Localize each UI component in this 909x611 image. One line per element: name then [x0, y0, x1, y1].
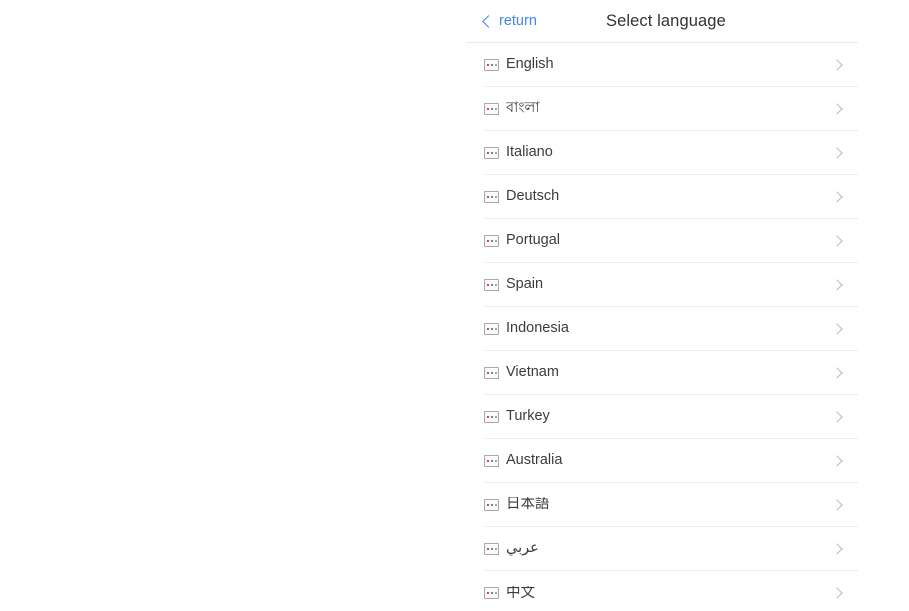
language-row-label: Deutsch [506, 189, 560, 204]
language-row-label: Indonesia [506, 321, 569, 336]
language-row-label: Portugal [506, 233, 561, 248]
language-row[interactable]: Spain [484, 263, 858, 307]
broken-image-flag-icon [484, 234, 499, 247]
return-button[interactable]: return [482, 0, 537, 43]
broken-image-flag-icon [484, 102, 499, 115]
language-row[interactable]: 中文 [484, 571, 858, 611]
language-row[interactable]: Deutsch [484, 175, 858, 219]
return-button-label: return [499, 13, 537, 30]
chevron-right-icon[interactable] [831, 58, 843, 71]
language-row-label: Australia [506, 453, 563, 468]
broken-image-flag-icon [484, 542, 499, 555]
page-title: Select language [606, 12, 726, 30]
language-row[interactable]: English [484, 43, 858, 87]
language-row[interactable]: বাংলা [484, 87, 858, 131]
language-row-label: বাংলা [506, 101, 540, 116]
language-row[interactable]: Turkey [484, 395, 858, 439]
chevron-right-icon[interactable] [831, 366, 843, 379]
chevron-right-icon[interactable] [831, 322, 843, 335]
language-list: English বাংলা Italiano Deutsch Portugal Spain… [466, 43, 858, 611]
language-row-label: Spain [506, 277, 544, 292]
broken-image-flag-icon [484, 587, 499, 599]
select-language-panel: return Select language English বাংলা Itali… [466, 0, 858, 611]
broken-image-flag-icon [484, 322, 499, 335]
chevron-right-icon[interactable] [831, 190, 843, 203]
broken-image-flag-icon [484, 146, 499, 159]
language-row-label: Vietnam [506, 365, 559, 380]
language-row-label: 中文 [506, 585, 535, 601]
chevron-left-icon [482, 15, 495, 28]
broken-image-flag-icon [484, 410, 499, 423]
language-row[interactable]: عربي [484, 527, 858, 571]
broken-image-flag-icon [484, 454, 499, 467]
screen-root: return Select language English বাংলা Itali… [0, 0, 909, 611]
language-row-label: 日本語 [506, 497, 550, 512]
language-row[interactable]: Australia [484, 439, 858, 483]
broken-image-flag-icon [484, 278, 499, 291]
chevron-right-icon[interactable] [831, 454, 843, 467]
broken-image-flag-icon [484, 190, 499, 203]
chevron-right-icon[interactable] [831, 587, 843, 599]
panel-header: return Select language [466, 0, 858, 43]
language-row-label: عربي [506, 541, 539, 556]
language-row[interactable]: Portugal [484, 219, 858, 263]
language-row[interactable]: 日本語 [484, 483, 858, 527]
chevron-right-icon[interactable] [831, 102, 843, 115]
chevron-right-icon[interactable] [831, 542, 843, 555]
chevron-right-icon[interactable] [831, 234, 843, 247]
broken-image-flag-icon [484, 498, 499, 511]
chevron-right-icon[interactable] [831, 410, 843, 423]
chevron-right-icon[interactable] [831, 278, 843, 291]
language-row-label: Turkey [506, 409, 550, 424]
language-row-label: English [506, 57, 554, 72]
chevron-right-icon[interactable] [831, 498, 843, 511]
broken-image-flag-icon [484, 366, 499, 379]
language-row[interactable]: Vietnam [484, 351, 858, 395]
chevron-right-icon[interactable] [831, 146, 843, 159]
language-row[interactable]: Italiano [484, 131, 858, 175]
broken-image-flag-icon [484, 58, 499, 71]
language-row[interactable]: Indonesia [484, 307, 858, 351]
language-row-label: Italiano [506, 145, 553, 160]
